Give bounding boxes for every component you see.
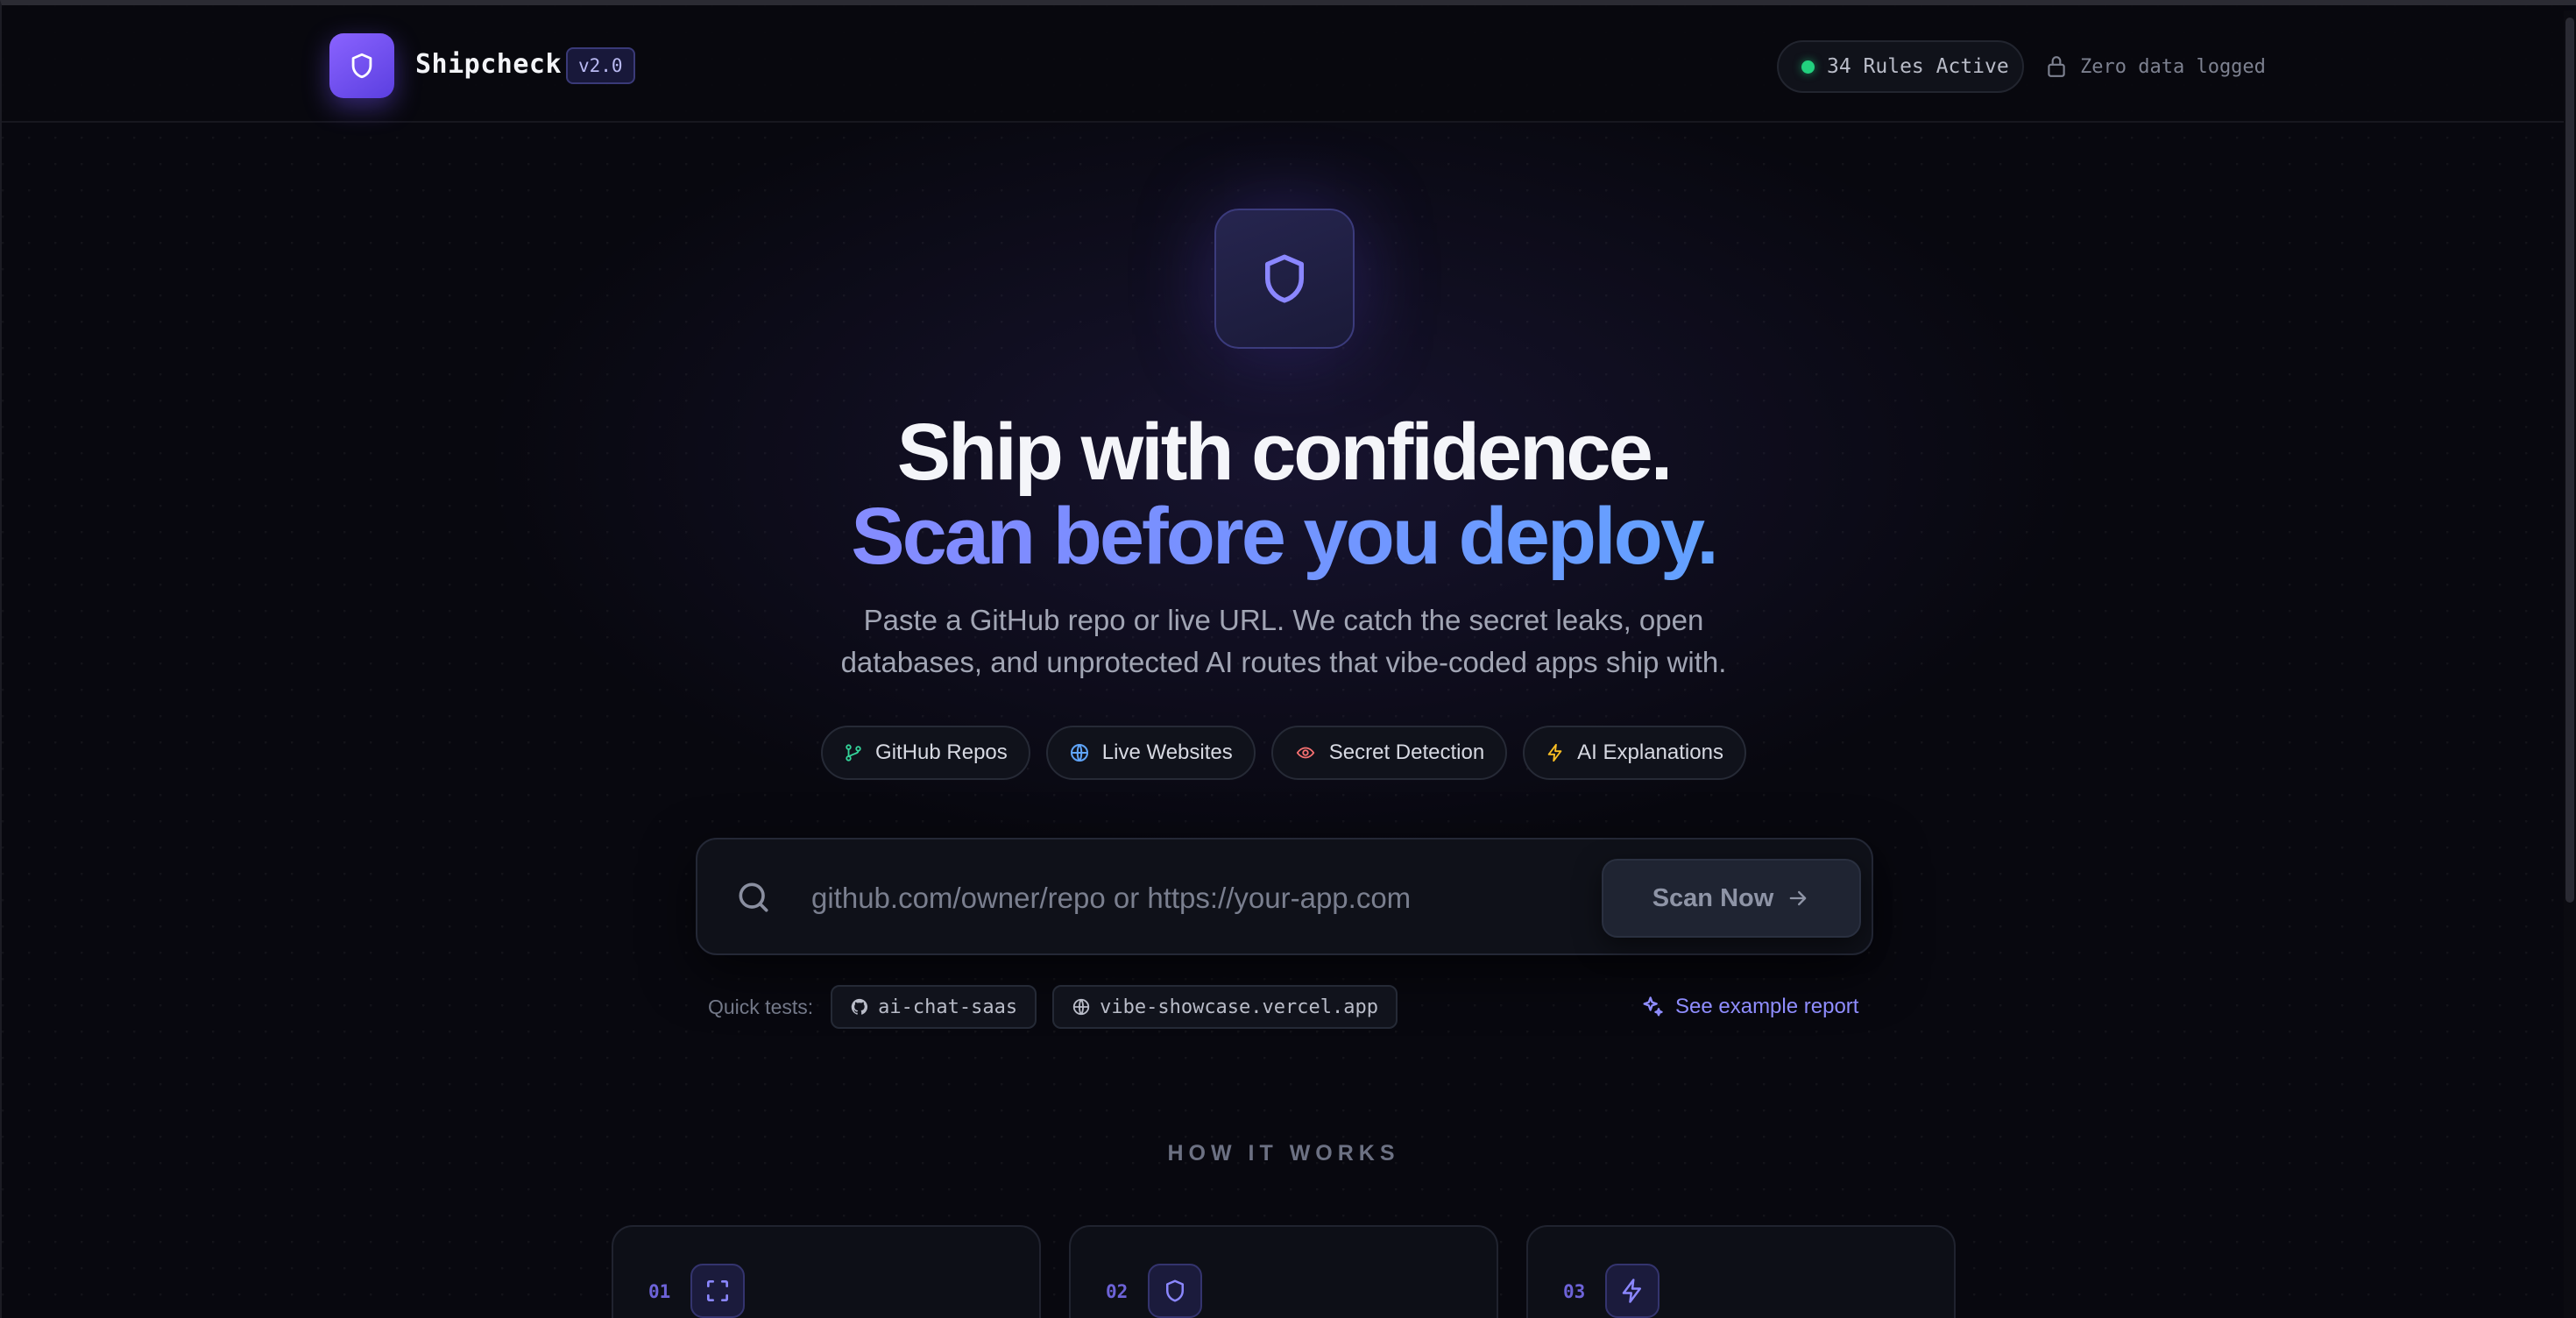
quick-test-label: ai-chat-saas — [878, 996, 1018, 1018]
feature-chip-ai: AI Explanations — [1523, 726, 1746, 780]
privacy-label: Zero data logged — [2080, 55, 2266, 78]
step-number: 02 — [1106, 1281, 1129, 1302]
version-badge: v2.0 — [566, 47, 635, 84]
status-dot-icon — [1801, 60, 1815, 74]
step-card-2: 02 — [1069, 1225, 1498, 1318]
globe-icon — [1070, 744, 1088, 762]
feature-chip-label: Live Websites — [1101, 740, 1233, 764]
logo[interactable] — [329, 33, 394, 98]
feature-chip-websites: Live Websites — [1045, 726, 1256, 780]
scan-url-input[interactable] — [811, 868, 1582, 929]
eye-icon — [1296, 747, 1314, 759]
scan-now-button[interactable]: Scan Now — [1602, 859, 1861, 938]
example-report-label: See example report — [1675, 995, 1859, 1018]
scrollbar[interactable] — [2564, 11, 2576, 1318]
hero-shield-badge — [1214, 209, 1355, 349]
quick-test-repo[interactable]: ai-chat-saas — [831, 985, 1037, 1029]
scan-icon — [690, 1264, 745, 1318]
headline-gradient: Scan before you deploy. — [2, 491, 2565, 583]
quick-tests-label: Quick tests: — [708, 995, 814, 1018]
quick-test-label: vibe-showcase.vercel.app — [1100, 996, 1378, 1018]
feature-chip-label: GitHub Repos — [875, 740, 1008, 764]
sparkles-icon — [1643, 996, 1663, 1017]
hero-subtitle: Paste a GitHub repo or live URL. We catc… — [840, 604, 1727, 678]
quick-tests: Quick tests: ai-chat-saas vibe-showcase.… — [708, 985, 1398, 1029]
feature-chip-github: GitHub Repos — [821, 726, 1030, 780]
shield-icon — [1148, 1264, 1202, 1318]
rules-status-badge: 34 Rules Active — [1777, 40, 2024, 93]
headline-primary: Ship with confidence. — [896, 407, 1674, 497]
app-window: Shipcheck v2.0 34 Rules Active Zero data… — [0, 0, 2576, 1318]
top-nav: Shipcheck v2.0 34 Rules Active Zero data… — [2, 5, 2565, 123]
bolt-icon — [1605, 1264, 1660, 1318]
shield-icon — [1265, 254, 1304, 303]
feature-chip-label: AI Explanations — [1577, 740, 1723, 764]
feature-chip-secrets: Secret Detection — [1270, 726, 1508, 780]
git-branch-icon — [846, 744, 861, 762]
how-it-works-title: HOW IT WORKS — [1167, 1141, 1400, 1166]
rules-count-label: 34 Rules Active — [1827, 55, 2009, 78]
step-number: 03 — [1563, 1281, 1586, 1302]
example-report-link[interactable]: See example report — [1640, 990, 1858, 1024]
brand-name[interactable]: Shipcheck — [415, 49, 562, 80]
step-card-3: 03 — [1526, 1225, 1956, 1318]
globe-icon — [1072, 998, 1090, 1016]
scan-now-label: Scan Now — [1652, 883, 1774, 912]
feature-chips: GitHub Repos Live Websites Secret Detect… — [2, 726, 2565, 780]
scan-form: Scan Now — [696, 838, 1873, 955]
shield-icon — [351, 53, 372, 79]
github-icon — [851, 998, 868, 1015]
search-icon — [734, 878, 773, 921]
privacy-note: Zero data logged — [2045, 51, 2266, 82]
bolt-icon — [1547, 743, 1562, 762]
arrow-right-icon — [1789, 890, 1807, 906]
lock-icon — [2048, 56, 2065, 77]
step-card-1: 01 — [612, 1225, 1041, 1318]
quick-test-site[interactable]: vibe-showcase.vercel.app — [1052, 985, 1398, 1029]
step-number: 01 — [648, 1281, 671, 1302]
feature-chip-label: Secret Detection — [1328, 740, 1485, 764]
scrollbar-thumb[interactable] — [2565, 18, 2574, 903]
